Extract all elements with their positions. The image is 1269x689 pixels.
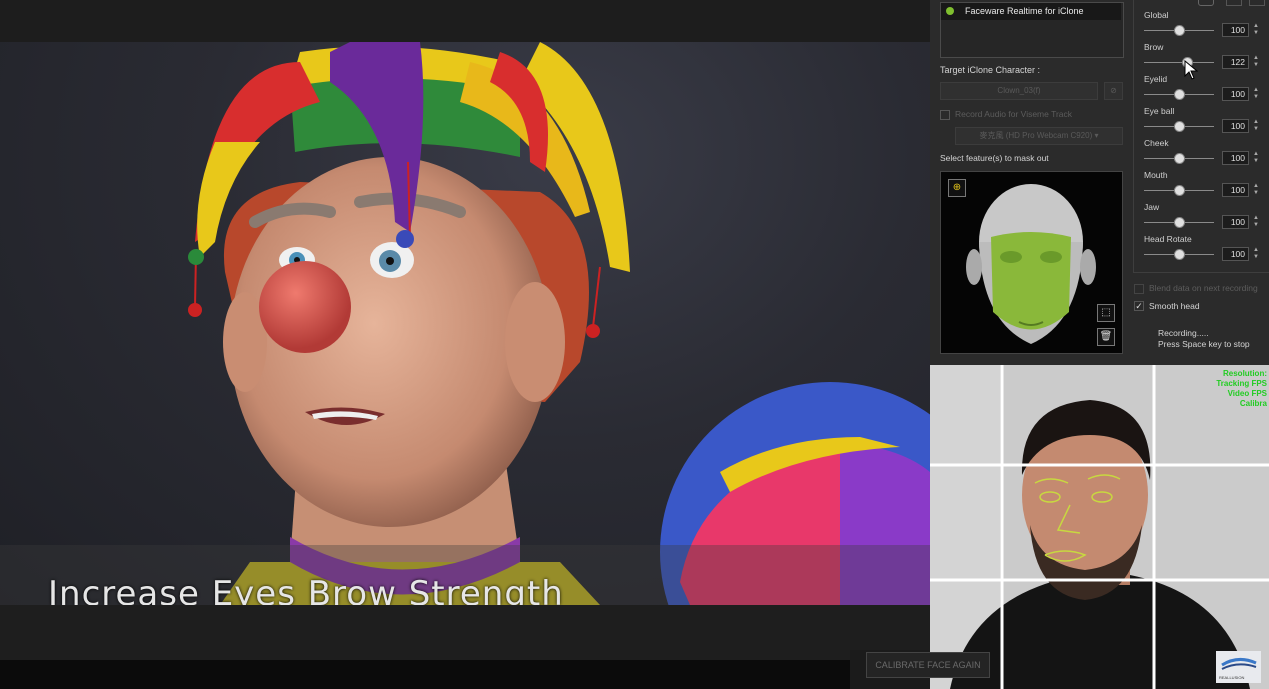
- slider-label: Global: [1144, 10, 1169, 20]
- slider-value-input[interactable]: 100: [1222, 23, 1249, 37]
- record-audio-checkbox[interactable]: [940, 110, 950, 120]
- slider-row-eye-ball: Eye ball 100 ▲ ▼: [1144, 106, 1269, 138]
- blend-data-label: Blend data on next recording: [1149, 283, 1258, 293]
- recording-status: Recording.....: [1158, 328, 1209, 338]
- record-audio-label: Record Audio for Viseme Track: [955, 109, 1073, 119]
- slider-track[interactable]: [1144, 62, 1214, 63]
- 3d-viewport[interactable]: [0, 42, 930, 605]
- slider-thumb[interactable]: [1174, 185, 1185, 196]
- window-minimize-icon[interactable]: [1226, 0, 1242, 6]
- slider-thumb[interactable]: [1174, 121, 1185, 132]
- spinner-arrows-icon[interactable]: ▲ ▼: [1252, 23, 1260, 37]
- slider-row-jaw: Jaw 100 ▲ ▼: [1144, 202, 1269, 234]
- webcam-feed: Resolution: Tracking FPS Video FPS Calib…: [930, 365, 1269, 689]
- select-feature-icon[interactable]: ⊕: [948, 179, 966, 197]
- webcam-stat-video-fps: Video FPS: [1227, 389, 1267, 398]
- spinner-arrows-icon[interactable]: ▲ ▼: [1252, 119, 1260, 133]
- smooth-head-checkbox[interactable]: ✓: [1134, 301, 1144, 311]
- calibrate-face-button[interactable]: CALIBRATE FACE AGAIN: [866, 652, 990, 678]
- top-toolbar: [0, 0, 930, 42]
- slider-thumb[interactable]: [1174, 217, 1185, 228]
- webcam-stat-resolution: Resolution:: [1223, 369, 1267, 378]
- slider-value-input[interactable]: 100: [1222, 183, 1249, 197]
- slider-label: Mouth: [1144, 170, 1168, 180]
- trash-icon[interactable]: 🗑: [1097, 328, 1115, 346]
- smooth-head-label: Smooth head: [1149, 301, 1200, 311]
- slider-value-input[interactable]: 100: [1222, 151, 1249, 165]
- webcam-stat-tracking-fps: Tracking FPS: [1216, 379, 1267, 388]
- slider-label: Brow: [1144, 42, 1164, 52]
- blend-data-checkbox[interactable]: [1134, 284, 1144, 294]
- bottom-bar: [0, 605, 930, 660]
- slider-thumb[interactable]: [1174, 249, 1185, 260]
- target-character-field[interactable]: Clown_03(f): [940, 82, 1098, 100]
- target-character-label: Target iClone Character :: [940, 65, 1041, 75]
- reset-icon[interactable]: [1198, 0, 1214, 6]
- slider-thumb[interactable]: [1174, 153, 1185, 164]
- spinner-arrows-icon[interactable]: ▲ ▼: [1252, 247, 1260, 261]
- chevron-down-icon: ▾: [1094, 131, 1099, 140]
- spinner-arrows-icon[interactable]: ▲ ▼: [1252, 215, 1260, 229]
- logo-wordmark: REALLUSION: [1219, 675, 1245, 680]
- spinner-arrows-icon[interactable]: ▲ ▼: [1252, 183, 1260, 197]
- slider-value-input[interactable]: 100: [1222, 215, 1249, 229]
- selection-icon[interactable]: ⬚: [1097, 304, 1115, 322]
- slider-label: Eye ball: [1144, 106, 1175, 116]
- window-maximize-icon[interactable]: [1249, 0, 1265, 6]
- slider-label: Head Rotate: [1144, 234, 1192, 244]
- reallusion-logo: REALLUSION: [1216, 651, 1261, 683]
- clown-character-render: [188, 42, 930, 605]
- slider-label: Cheek: [1144, 138, 1169, 148]
- pick-character-icon[interactable]: ⊘: [1104, 82, 1123, 100]
- slider-value-input[interactable]: 100: [1222, 119, 1249, 133]
- recording-hint: Press Space key to stop: [1158, 339, 1250, 349]
- slider-row-head-rotate: Head Rotate 100 ▲ ▼: [1144, 234, 1269, 266]
- slider-value-input[interactable]: 100: [1222, 247, 1249, 261]
- device-name: Faceware Realtime for iClone: [965, 6, 1084, 16]
- slider-row-eyelid: Eyelid 100 ▲ ▼: [1144, 74, 1269, 106]
- slider-value-input[interactable]: 122: [1222, 55, 1249, 69]
- spinner-arrows-icon[interactable]: ▲ ▼: [1252, 151, 1260, 165]
- audio-device-value: 麥克風 (HD Pro Webcam C920): [979, 131, 1093, 140]
- slider-row-cheek: Cheek 100 ▲ ▼: [1144, 138, 1269, 170]
- slider-value-input[interactable]: 100: [1222, 87, 1249, 101]
- webcam-person-image: [930, 365, 1269, 689]
- audio-device-select[interactable]: 麥克風 (HD Pro Webcam C920) ▾: [955, 127, 1123, 145]
- mouse-cursor-icon: [1184, 59, 1199, 85]
- slider-thumb[interactable]: [1174, 25, 1185, 36]
- slider-list: Global 100 ▲ ▼ Brow 122 ▲ ▼ Eyelid 100 ▲ ▼ Eye ball 1…: [1144, 10, 1269, 270]
- slider-row-mouth: Mouth 100 ▲ ▼: [1144, 170, 1269, 202]
- webcam-stat-calibration: Calibra: [1239, 399, 1267, 408]
- slider-row-global: Global 100 ▲ ▼: [1144, 10, 1269, 42]
- spinner-arrows-icon[interactable]: ▲ ▼: [1252, 87, 1260, 101]
- head-mask-icon: [966, 184, 1096, 344]
- timeline-bar[interactable]: [0, 660, 850, 689]
- slider-row-brow: Brow 122 ▲ ▼: [1144, 42, 1269, 74]
- slider-label: Jaw: [1144, 202, 1160, 212]
- slider-label: Eyelid: [1144, 74, 1168, 84]
- slider-thumb[interactable]: [1174, 89, 1185, 100]
- spinner-arrows-icon[interactable]: ▲ ▼: [1252, 55, 1260, 69]
- mask-features-label: Select feature(s) to mask out: [940, 153, 1049, 163]
- face-mask-selector[interactable]: [940, 171, 1123, 354]
- device-status-icon: [946, 7, 954, 15]
